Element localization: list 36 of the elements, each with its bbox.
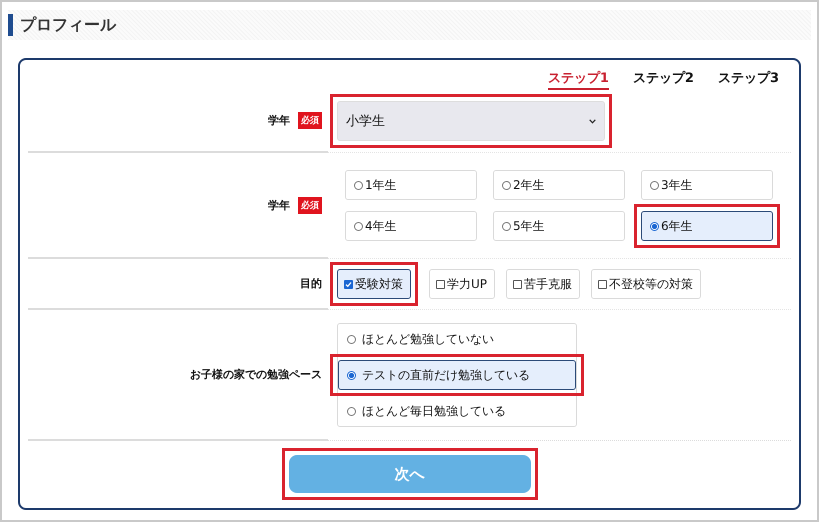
step-tab[interactable]: ステップ1 — [548, 69, 609, 90]
grade-option[interactable]: 1年生 — [345, 170, 477, 200]
field-label: 学年 — [268, 113, 290, 128]
radio-button[interactable] — [347, 370, 356, 380]
study-pace-option[interactable]: テストの直前だけ勉強している — [338, 360, 576, 390]
radio-button[interactable] — [347, 406, 356, 416]
radio-button[interactable] — [650, 180, 659, 190]
step-tab[interactable]: ステップ2 — [632, 69, 694, 90]
step-tab[interactable]: ステップ3 — [718, 69, 779, 90]
radio-button[interactable] — [354, 222, 363, 230]
page-title: プロフィール — [8, 14, 116, 36]
radio-button[interactable] — [347, 334, 356, 344]
purpose-option[interactable]: 学力UP — [429, 269, 496, 299]
radio-button[interactable] — [650, 222, 659, 230]
radio-button[interactable] — [354, 180, 363, 190]
field-label: 学年 — [268, 198, 290, 212]
purpose-option[interactable]: 苦手克服 — [506, 269, 580, 299]
purpose-option[interactable]: 受験対策 — [337, 269, 411, 299]
grade-option[interactable]: 3年生 — [641, 170, 773, 200]
grade-option[interactable]: 4年生 — [345, 211, 477, 241]
purpose-option[interactable]: 不登校等の対策 — [591, 269, 702, 299]
checkbox[interactable] — [344, 280, 353, 288]
grade-select[interactable]: 小学生 — [337, 101, 605, 141]
checkbox[interactable] — [513, 280, 522, 288]
grade-option[interactable]: 5年生 — [493, 211, 625, 241]
checkbox[interactable] — [598, 280, 608, 288]
grade-option[interactable]: 2年生 — [493, 170, 625, 200]
radio-button[interactable] — [502, 222, 511, 230]
required-badge: 必須 — [298, 112, 322, 129]
field-label: お子様の家での勉強ペース — [190, 367, 322, 382]
checkbox[interactable] — [436, 280, 445, 288]
radio-button[interactable] — [502, 180, 511, 190]
grade-option[interactable]: 6年生 — [641, 211, 773, 241]
chevron-down-icon — [589, 118, 596, 124]
field-label: 目的 — [300, 276, 322, 291]
required-badge: 必須 — [298, 196, 322, 214]
